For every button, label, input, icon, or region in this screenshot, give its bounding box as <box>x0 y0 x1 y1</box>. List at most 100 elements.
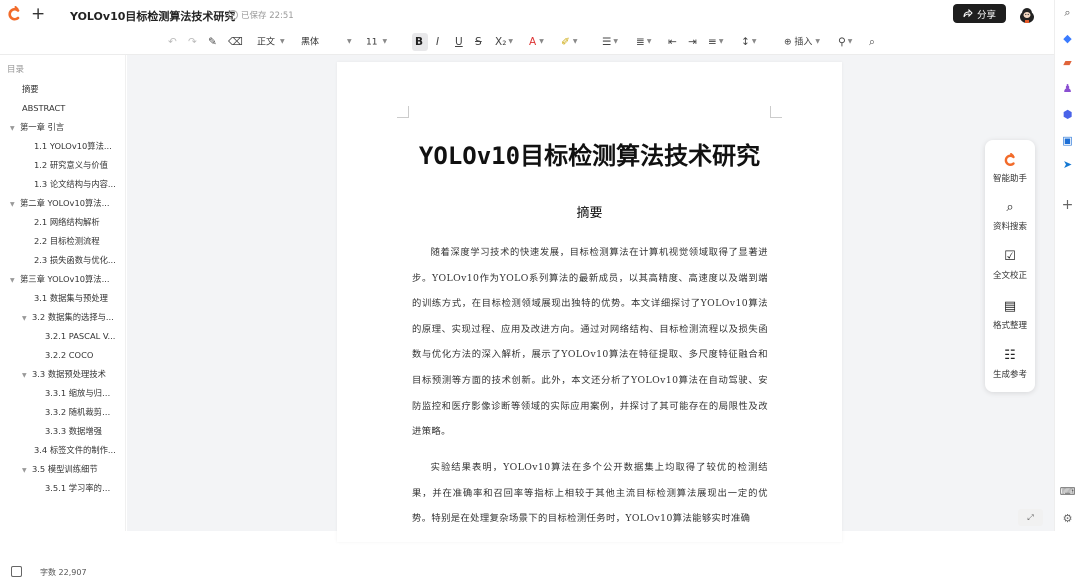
outlook-icon[interactable]: ▣ <box>1061 134 1074 147</box>
user-avatar[interactable] <box>1018 6 1036 24</box>
reference-list-icon: ☷ <box>1004 348 1016 363</box>
outline-item[interactable]: 2.1 网络结构解析 <box>34 213 116 232</box>
underline-icon[interactable]: U <box>455 35 463 49</box>
paragraph[interactable]: 实验结果表明，YOLOv10算法在多个公开数据集上均取得了较优的检测结果，并在准… <box>412 455 768 532</box>
italic-icon[interactable]: I <box>436 35 439 49</box>
outline-item[interactable]: 1.1 YOLOv10算法... <box>34 137 116 156</box>
outline-item[interactable]: 3.2.1 PASCAL V... <box>45 327 116 346</box>
line-spacing-icon[interactable]: ↕ ▼ <box>741 35 756 49</box>
outline-heading: 目录 <box>7 65 25 75</box>
document-page[interactable]: YOLOv10目标检测算法技术研究 摘要 随着深度学习技术的快速发展，目标检测算… <box>337 62 842 542</box>
insert-label: 插入 <box>794 37 813 48</box>
document-format-icon: ▤ <box>1003 299 1017 314</box>
share-label: 分享 <box>976 9 996 21</box>
app-logo-icon[interactable] <box>7 6 21 22</box>
search-icon[interactable]: ⌕ <box>1061 6 1074 19</box>
section-heading[interactable]: 摘要 <box>337 202 842 221</box>
outline-item-label: 第三章 YOLOv10算法... <box>20 274 110 284</box>
outline-item-label: 第二章 YOLOv10算法... <box>20 198 110 208</box>
smart-assistant-button[interactable]: 智能助手 <box>985 153 1035 184</box>
outline-item[interactable]: ▼ 3.3 数据预处理技术 <box>22 365 116 384</box>
bullet-list-icon[interactable]: ☰ ▼ <box>602 35 618 49</box>
outline-item[interactable]: ▼ 第一章 引言 <box>10 118 122 137</box>
toolbox-icon[interactable]: ▰ <box>1061 56 1074 69</box>
format-painter-icon[interactable]: ✎ <box>208 35 217 49</box>
paragraph-style-select[interactable]: 正文 ▼ <box>257 35 285 50</box>
numbered-list-icon[interactable]: ≣ ▼ <box>636 35 651 49</box>
user-plus-icon[interactable]: ♟ <box>1061 82 1074 95</box>
chevron-down-icon[interactable]: ▼ <box>10 271 20 289</box>
strikethrough-icon[interactable]: S <box>475 35 482 49</box>
add-app-icon[interactable]: + <box>1061 197 1074 213</box>
outline-item[interactable]: 3.3.1 缩放与归一... <box>45 384 116 403</box>
chevron-down-icon[interactable]: ▼ <box>22 461 32 479</box>
outline-item[interactable]: 3.1 数据集与预处理 <box>34 289 116 308</box>
margin-corner <box>397 106 409 118</box>
outline-item-label: 3.5 模型训练细节 <box>32 464 98 474</box>
redo-icon[interactable]: ↷ <box>188 35 197 49</box>
document-heading[interactable]: YOLOv10目标检测算法技术研究 <box>337 136 842 171</box>
font-size-value: 11 <box>366 37 378 48</box>
outline-item[interactable]: ABSTRACT <box>22 99 122 118</box>
font-color-icon[interactable]: A ▼ <box>529 35 544 49</box>
subscript-icon[interactable]: X₂ ▼ <box>495 35 513 49</box>
status-footer: 字数 22,907 <box>0 560 126 586</box>
outline-item[interactable]: 1.2 研究意义与价值 <box>34 156 116 175</box>
outline-sidebar: 目录 摘要 ABSTRACT ▼ 第一章 引言 1.1 YOLOv10算法... … <box>0 55 126 577</box>
font-size-select[interactable]: 11 ▼ <box>366 35 387 50</box>
material-search-button[interactable]: ⌕ 资料搜索 <box>985 201 1035 233</box>
outline-item[interactable]: ▼ 3.2 数据集的选择与... <box>22 308 116 327</box>
clear-format-icon[interactable]: ⌫ <box>228 35 243 49</box>
new-document-plus-icon[interactable]: + <box>31 4 45 24</box>
outline-item[interactable]: 3.5.1 学习率的选... <box>45 479 116 498</box>
indent-decrease-icon[interactable]: ⇤ <box>668 35 677 49</box>
indent-increase-icon[interactable]: ⇥ <box>688 35 697 49</box>
highlight-icon[interactable]: ✐ ▼ <box>561 35 577 49</box>
outline-item[interactable]: ▼ 第二章 YOLOv10算法... <box>10 194 122 213</box>
font-family-select[interactable]: 黑体 ▼ <box>301 35 352 50</box>
find-replace-icon[interactable]: ⌕ <box>869 35 875 49</box>
assistant-item-label: 格式整理 <box>992 321 1027 331</box>
tag-icon[interactable]: ◆ <box>1061 32 1074 45</box>
undo-icon[interactable]: ↶ <box>168 35 177 49</box>
format-tidy-button[interactable]: ▤ 格式整理 <box>985 299 1035 332</box>
fullscreen-icon[interactable]: ⤢ <box>1018 509 1043 526</box>
document-title[interactable]: YOLOv10目标检测算法技术研究 <box>70 8 235 24</box>
tools-icon[interactable]: ⚲ ▼ <box>838 35 852 49</box>
chevron-down-icon[interactable]: ▼ <box>22 366 32 384</box>
send-icon[interactable]: ➤ <box>1061 158 1074 171</box>
assistant-item-label: 资料搜索 <box>992 222 1027 232</box>
generate-reference-button[interactable]: ☷ 生成参考 <box>985 348 1035 381</box>
feedback-icon[interactable]: ⌨ <box>1060 485 1076 498</box>
top-bar: + YOLOv10目标检测算法技术研究 ✓ 已保存 22:51 分享 <box>0 0 1054 30</box>
outline-item[interactable]: 3.3.3 数据增强 <box>45 422 116 441</box>
proofread-button[interactable]: ☑ 全文校正 <box>985 249 1035 282</box>
chevron-down-icon: ▼ <box>382 38 388 45</box>
outline-item[interactable]: ▼ 第三章 YOLOv10算法... <box>10 270 122 289</box>
proofread-icon: ☑ <box>1004 249 1016 264</box>
outline-item[interactable]: 2.2 目标检测流程 <box>34 232 116 251</box>
outline-toggle-icon[interactable] <box>11 566 22 577</box>
chevron-down-icon: ▼ <box>280 38 285 45</box>
insert-button[interactable]: ⊕ 插入 ▼ <box>784 35 820 50</box>
outline-item[interactable]: 3.3.2 随机裁剪与... <box>45 403 116 422</box>
chevron-down-icon[interactable]: ▼ <box>10 119 20 137</box>
paragraph[interactable]: 随着深度学习技术的快速发展，目标检测算法在计算机视觉领域取得了显著进步。YOLO… <box>412 240 768 445</box>
office-icon[interactable]: ⬢ <box>1061 108 1074 121</box>
chevron-down-icon[interactable]: ▼ <box>10 195 20 213</box>
document-canvas: YOLOv10目标检测算法技术研究 摘要 随着深度学习技术的快速发展，目标检测算… <box>127 55 1054 542</box>
outline-item[interactable]: ▼ 3.5 模型训练细节 <box>22 460 116 479</box>
outline-item[interactable]: 1.3 论文结构与内容... <box>34 175 116 194</box>
outline-item-label: 3.2 数据集的选择与... <box>32 312 114 322</box>
share-button[interactable]: 分享 <box>953 4 1006 23</box>
outline-item[interactable]: 3.4 标签文件的制作... <box>34 441 116 460</box>
chevron-down-icon[interactable]: ▼ <box>22 309 32 327</box>
outline-item[interactable]: 2.3 损失函数与优化... <box>34 251 116 270</box>
settings-gear-icon[interactable]: ⚙ <box>1061 512 1074 525</box>
margin-corner <box>770 106 782 118</box>
bold-icon[interactable]: B <box>415 35 423 49</box>
align-icon[interactable]: ≡ ▼ <box>708 35 723 49</box>
font-family-value: 黑体 <box>301 37 320 48</box>
outline-item[interactable]: 摘要 <box>22 80 122 99</box>
outline-item[interactable]: 3.2.2 COCO <box>45 346 116 365</box>
